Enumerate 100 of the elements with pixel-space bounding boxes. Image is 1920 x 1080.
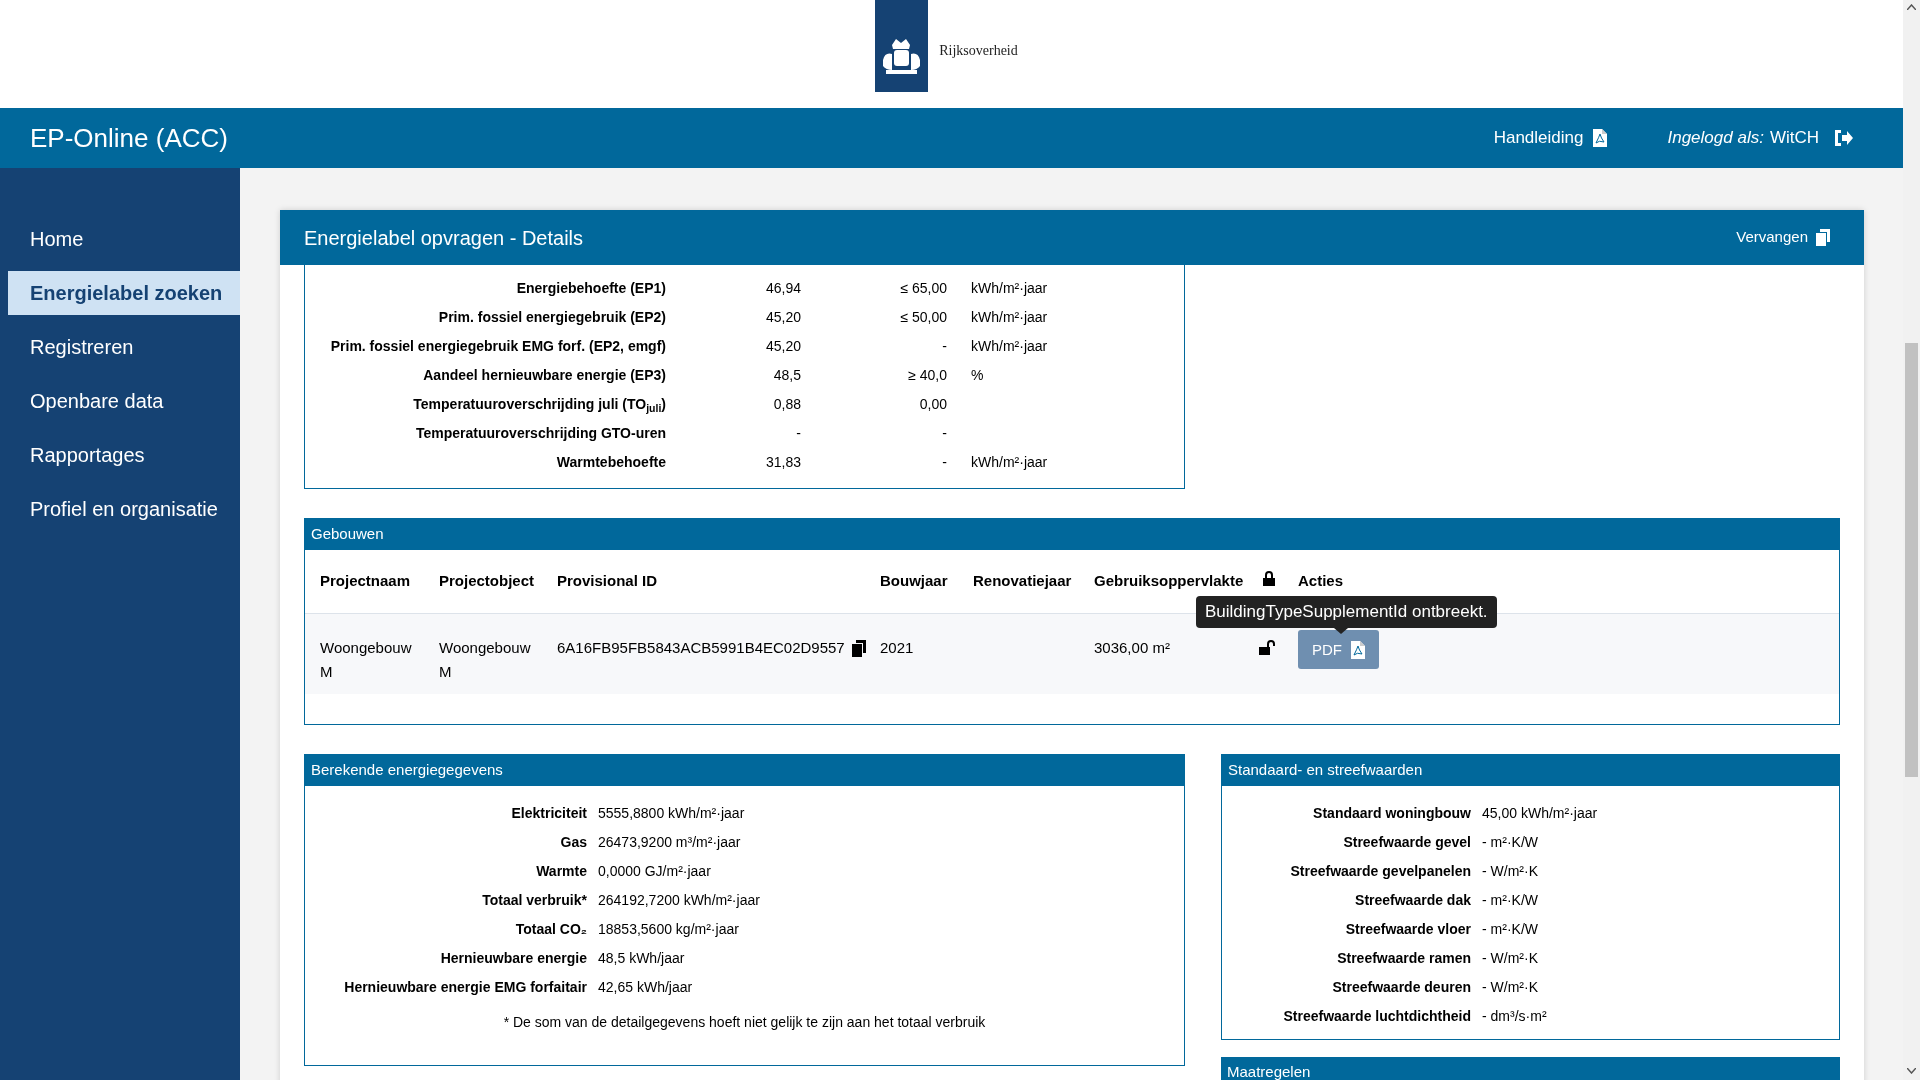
field-value: - W/m²·K xyxy=(1481,862,1538,881)
field-label: Totaal CO₂ xyxy=(514,920,587,939)
sidebar-item[interactable]: Registreren xyxy=(8,325,240,369)
field-value: - m²·K/W xyxy=(1481,920,1538,939)
replace-link[interactable]: Vervangen xyxy=(1736,226,1830,249)
lock-icon xyxy=(1263,571,1275,586)
section-header: Maatregelen xyxy=(1221,1057,1840,1080)
indicator-value: 31,83 xyxy=(764,453,801,472)
field-label: Streefwaarde vloer xyxy=(1344,920,1471,939)
pdf-file-icon xyxy=(1351,640,1365,659)
field-label: Streefwaarde dak xyxy=(1354,891,1471,910)
logo-text: Rijksoverheid xyxy=(939,42,1018,60)
field-value: 18853,5600 kg/m²·jaar xyxy=(597,920,739,939)
indicator-norm: ≥ 40,0 xyxy=(907,366,947,385)
indicator-label: Temperatuuroverschrijding GTO-uren xyxy=(415,424,666,443)
sign-out-icon xyxy=(1833,129,1853,147)
indicator-norm: - xyxy=(941,424,947,443)
indicator-value: 45,20 xyxy=(764,308,801,327)
field-value: 45,00 kWh/m²·jaar xyxy=(1481,804,1598,823)
indicator-label: Warmtebehoefte xyxy=(555,453,666,472)
indicator-label: Prim. fossiel energiegebruik EMG forf. (EP2, emgf) xyxy=(329,337,666,356)
panel-title: Energielabel opvragen - Details xyxy=(304,225,584,251)
field-value: - m²·K/W xyxy=(1481,891,1538,910)
field-value: - W/m²·K xyxy=(1481,978,1538,997)
field-label: Streefwaarde gevel xyxy=(1342,833,1471,852)
field-value: - m²·K/W xyxy=(1481,833,1538,852)
indicator-value: 46,94 xyxy=(764,279,801,298)
scrollbar[interactable] xyxy=(1903,0,1920,1080)
indicator-norm: - xyxy=(941,337,947,356)
indicator-value: - xyxy=(795,424,801,443)
logout-link[interactable] xyxy=(1833,129,1853,147)
column-header: Provisional ID xyxy=(557,571,659,592)
indicator-label: Prim. fossiel energiegebruik (EP2) xyxy=(437,308,666,327)
app-title: EP-Online (ACC) xyxy=(30,121,228,155)
scroll-down-icon[interactable] xyxy=(1907,1068,1916,1074)
tooltip: BuildingTypeSupplementId ontbreekt. xyxy=(1196,596,1497,628)
indicator-norm: ≤ 65,00 xyxy=(899,279,947,298)
field-value: 42,65 kWh/jaar xyxy=(597,978,693,997)
indicator-value: 48,5 xyxy=(772,366,801,385)
copy-icon xyxy=(1816,229,1830,246)
indicator-label: Aandeel hernieuwbare energie (EP3) xyxy=(422,366,666,385)
tooltip-pointer xyxy=(1334,628,1348,634)
scrollbar-thumb[interactable] xyxy=(1905,343,1918,777)
field-label: Totaal verbruik* xyxy=(481,891,587,910)
indicator-label: Energiebehoefte (EP1) xyxy=(515,279,666,298)
field-label: Streefwaarde luchtdichtheid xyxy=(1282,1007,1471,1026)
field-label: Standaard woningbouw xyxy=(1312,804,1471,823)
indicator-unit: kWh/m²·jaar xyxy=(970,337,1049,356)
column-header: Renovatiejaar xyxy=(973,571,1073,592)
field-value: 26473,9200 m³/m²·jaar xyxy=(597,833,741,852)
field-label: Warmte xyxy=(535,862,587,881)
table-cell-text: 3036,00 m² xyxy=(1094,638,1171,658)
pdf-file-icon xyxy=(1593,129,1608,147)
column-header: Projectobject xyxy=(439,571,536,592)
indicator-value: 0,88 xyxy=(772,395,801,414)
field-value: 48,5 kWh/jaar xyxy=(597,949,685,968)
footnote: * De som van de detailgegevens hoeft niet gelijk te zijn aan het totaal verbruik xyxy=(502,1013,987,1032)
login-label: Ingelogd als: xyxy=(1667,127,1764,150)
sidebar-item[interactable]: Rapportages xyxy=(8,433,240,477)
field-value: - W/m²·K xyxy=(1481,949,1538,968)
copy-icon xyxy=(851,639,866,657)
section-header: Berekende energiegegevens xyxy=(305,755,1184,786)
column-header: Projectnaam xyxy=(320,571,412,592)
manual-link[interactable]: Handleiding xyxy=(1493,125,1608,151)
indicator-label: Temperatuuroverschrijding juli (TO$_{juli}$) xyxy=(412,395,666,415)
indicator-value: 45,20 xyxy=(764,337,801,356)
field-label: Elektriciteit xyxy=(510,804,587,823)
field-label: Streefwaarde ramen xyxy=(1336,949,1471,968)
sidebar-item[interactable]: Energielabel zoeken xyxy=(8,271,240,315)
section-header: Standaard- en streefwaarden xyxy=(1222,755,1839,786)
sidebar-item[interactable]: Profiel en organisatie xyxy=(8,487,240,531)
section-header: Gebouwen xyxy=(305,519,1839,550)
indicator-norm: - xyxy=(941,453,947,472)
table-cell-text: Woongebouw M xyxy=(439,638,531,682)
field-value: 264192,7200 kWh/m²·jaar xyxy=(597,891,760,910)
column-header: Gebruiksoppervlakte xyxy=(1094,571,1245,592)
copy-button[interactable] xyxy=(851,639,866,657)
sidebar-item[interactable]: Openbare data xyxy=(8,379,240,423)
indicator-norm: ≤ 50,00 xyxy=(899,308,947,327)
field-value: 0,0000 GJ/m²·jaar xyxy=(597,862,711,881)
table-cell-text: 6A16FB95FB5843ACB5991B4EC02D9557 xyxy=(557,638,845,658)
column-header: Acties xyxy=(1298,571,1345,592)
table-cell-text: 2021 xyxy=(880,638,915,658)
field-label: Gas xyxy=(559,833,587,852)
username: WitCH xyxy=(1769,127,1819,150)
indicator-unit: kWh/m²·jaar xyxy=(970,308,1049,327)
field-label: Streefwaarde gevelpanelen xyxy=(1289,862,1471,881)
column-header: Bouwjaar xyxy=(880,571,949,592)
indicator-norm: 0,00 xyxy=(918,395,947,414)
indicator-unit: kWh/m²·jaar xyxy=(970,453,1049,472)
field-label: Hernieuwbare energie xyxy=(439,949,587,968)
field-label: Hernieuwbare energie EMG forfaitair xyxy=(343,978,587,997)
sidebar-item[interactable]: Home xyxy=(8,217,240,261)
indicator-unit: % xyxy=(970,366,985,385)
indicator-unit: kWh/m²·jaar xyxy=(970,279,1049,298)
field-value: - dm³/s·m² xyxy=(1481,1007,1547,1026)
scroll-up-icon[interactable] xyxy=(1907,4,1916,10)
field-value: 5555,8800 kWh/m²·jaar xyxy=(597,804,745,823)
field-label: Streefwaarde deuren xyxy=(1331,978,1471,997)
table-cell-text: Woongebouw M xyxy=(320,638,412,682)
